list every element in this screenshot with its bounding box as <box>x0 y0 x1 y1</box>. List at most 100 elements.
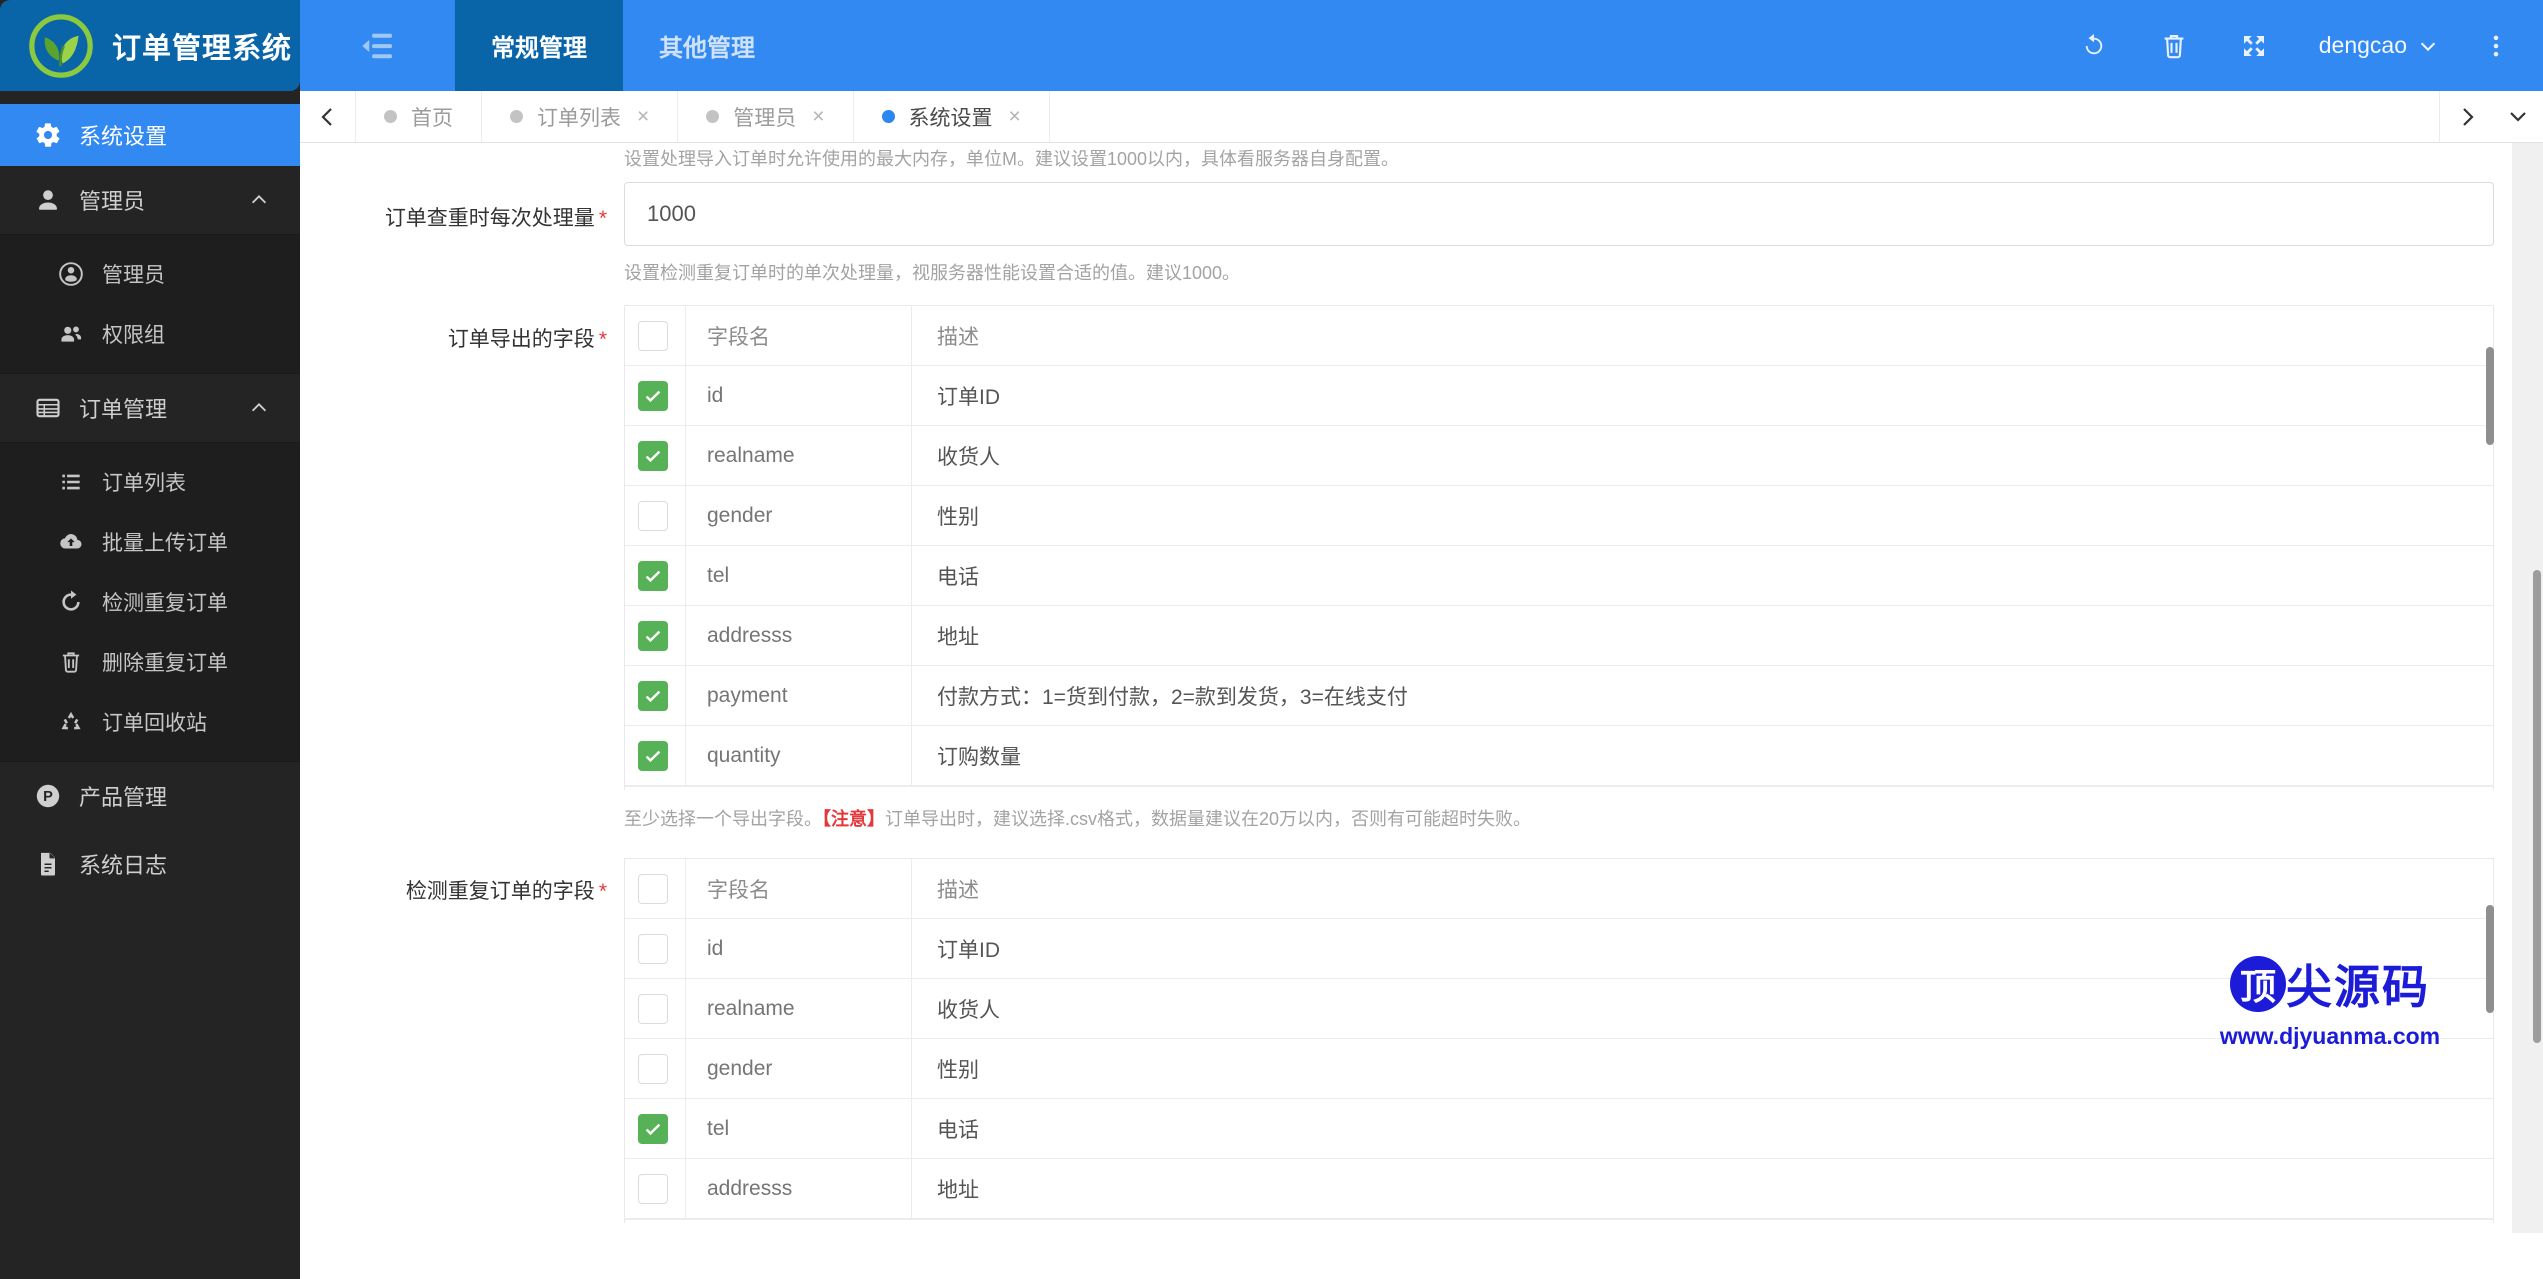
topbar-right: dengcao <box>2031 0 2543 91</box>
sidebar-item[interactable]: 系统设置 <box>0 104 300 166</box>
trash-icon[interactable] <box>2157 29 2191 63</box>
row-checkbox[interactable] <box>638 1053 668 1084</box>
tabs-scroll-left-icon[interactable] <box>300 91 356 142</box>
row-checkbox[interactable] <box>638 620 668 651</box>
row-checkbox[interactable] <box>638 933 668 964</box>
table-row: gender 性别 <box>625 486 2493 546</box>
table-row: tel 电话 <box>625 1099 2493 1159</box>
export-help-text: 至少选择一个导出字段。【注意】订单导出时，建议选择.csv格式，数据量建议在20… <box>624 809 1532 829</box>
table-row: payment 付款方式：1=货到付款，2=款到发货，3=在线支付 <box>625 666 2493 726</box>
row-checkbox[interactable] <box>638 993 668 1024</box>
app-title: 订单管理系统 <box>112 32 293 65</box>
user-icon <box>33 185 63 215</box>
list-icon <box>56 467 86 497</box>
user-menu[interactable]: dengcao <box>2319 32 2439 59</box>
row-checkbox[interactable] <box>638 1113 668 1144</box>
table-row: realname 收货人 <box>625 426 2493 486</box>
page-tab[interactable]: 管理员 × <box>678 91 854 142</box>
tab-status-dot-icon <box>510 110 523 123</box>
row-checkbox[interactable] <box>638 440 668 471</box>
user-name: dengcao <box>2318 32 2407 58</box>
table-row: tel 电话 <box>625 546 2493 606</box>
sidebar-item[interactable]: 删除重复订单 <box>0 632 300 692</box>
page-tabbar: 首页 订单列表 × 管理员 × 系统设置 × <box>300 91 2543 143</box>
dup-fields-table: 字段名 描述 id 订单ID realname 收货人 gender 性别 te… <box>624 858 2494 1223</box>
logo-block[interactable]: 订单管理系统 <box>0 0 300 91</box>
watermark-url: www.djyuanma.com <box>2219 1023 2441 1049</box>
close-icon[interactable]: × <box>637 105 649 129</box>
sidebar-submenu: 订单列表 批量上传订单 检测重复订单 删除重复订单 订单回收站 <box>0 442 300 762</box>
sidebar: 订单管理系统 系统设置 管理员 管理员 权限组 订单管理 订单列表 批量上传订单… <box>0 0 300 1279</box>
dup-table-scrollbar-thumb[interactable] <box>2486 905 2494 1013</box>
tab-status-dot-icon <box>881 110 895 123</box>
table-row: addresss 地址 <box>625 606 2493 666</box>
close-icon[interactable]: × <box>1009 105 1021 129</box>
row-checkbox[interactable] <box>638 680 668 711</box>
top-menu-tab[interactable]: 常规管理 <box>455 0 623 91</box>
redo-icon <box>56 587 86 617</box>
top-menu-tab[interactable]: 其他管理 <box>623 0 791 91</box>
sidebar-fold-icon[interactable] <box>300 0 455 91</box>
sidebar-item[interactable]: 检测重复订单 <box>0 572 300 632</box>
sidebar-item[interactable]: 订单管理 <box>0 374 300 442</box>
export-fields-label: 订单导出的字段 * <box>447 328 607 351</box>
row-checkbox[interactable] <box>638 873 668 904</box>
refresh-icon[interactable] <box>2077 29 2111 63</box>
sidebar-item[interactable]: 系统日志 <box>0 830 300 898</box>
table-row: addresss 地址 <box>625 1159 2493 1219</box>
table-row: realname 收货人 <box>625 979 2493 1039</box>
row-checkbox[interactable] <box>638 320 668 351</box>
sidebar-item[interactable]: P 产品管理 <box>0 762 300 830</box>
row-checkbox[interactable] <box>638 560 668 591</box>
sidebar-item[interactable]: 订单回收站 <box>0 692 300 752</box>
sidebar-item[interactable]: 管理员 <box>0 166 300 234</box>
close-icon[interactable]: × <box>812 105 824 129</box>
tabs-scroll-right-icon[interactable] <box>2439 91 2493 142</box>
sidebar-item[interactable]: 管理员 <box>0 244 300 304</box>
page-tab[interactable]: 系统设置 × <box>854 91 1050 142</box>
export-table-scrollbar-thumb[interactable] <box>2486 347 2494 445</box>
order-table-icon <box>33 393 63 423</box>
batch-size-help-text: 设置检测重复订单时的单次处理量，视服务器性能设置合适的值。建议1000。 <box>624 263 1241 283</box>
table-row: quantity 订购数量 <box>625 726 2493 786</box>
page-tab[interactable]: 订单列表 × <box>482 91 679 142</box>
sidebar-submenu: 管理员 权限组 <box>0 234 300 374</box>
order-management-app: 订单管理系统 系统设置 管理员 管理员 权限组 订单管理 订单列表 批量上传订单… <box>0 0 2543 1279</box>
chevron-down-icon <box>2420 42 2436 51</box>
users-icon <box>56 319 86 349</box>
row-checkbox[interactable] <box>638 500 668 531</box>
row-checkbox[interactable] <box>638 740 668 771</box>
leaf-logo-icon <box>29 13 93 78</box>
page-tab[interactable]: 首页 <box>356 91 482 142</box>
table-row: id 订单ID <box>625 366 2493 426</box>
tabs-dropdown-icon[interactable] <box>2493 91 2543 142</box>
user-circle-icon <box>56 259 86 289</box>
page-scrollbar-thumb[interactable] <box>2533 570 2541 1043</box>
table-row: id 订单ID <box>625 919 2493 979</box>
sidebar-item[interactable]: 权限组 <box>0 304 300 364</box>
memory-help-text: 设置处理导入订单时允许使用的最大内存，单位M。建议设置1000以内，具体看服务器… <box>624 149 1400 169</box>
cogs-icon <box>33 120 63 150</box>
watermark-logo-text: 尖源码 <box>2286 961 2430 1013</box>
chevron-up-icon <box>248 189 270 211</box>
trash-icon <box>56 647 86 677</box>
kebab-menu-icon[interactable] <box>2479 29 2513 63</box>
sidebar-item[interactable]: 订单列表 <box>0 452 300 512</box>
sidebar-item[interactable]: 批量上传订单 <box>0 512 300 572</box>
batch-size-label: 订单查重时每次处理量 * <box>384 207 607 230</box>
row-checkbox[interactable] <box>638 1173 668 1204</box>
batch-size-input[interactable] <box>624 182 2494 246</box>
row-checkbox[interactable] <box>638 380 668 411</box>
page-tabs: 首页 订单列表 × 管理员 × 系统设置 × <box>356 91 1050 142</box>
table-row: 字段名 描述 <box>625 306 2493 366</box>
top-header: 常规管理 其他管理 dengcao <box>300 0 2543 91</box>
svg-text:P: P <box>43 789 53 805</box>
recycle-icon <box>56 707 86 737</box>
export-fields-table: 字段名 描述 id 订单ID realname 收货人 gender 性别 te… <box>624 305 2494 790</box>
sidebar-nav: 系统设置 管理员 管理员 权限组 订单管理 订单列表 批量上传订单 检测重复订单… <box>0 91 300 898</box>
tab-status-dot-icon <box>706 110 720 123</box>
fullscreen-icon[interactable] <box>2237 29 2271 63</box>
table-row: gender 性别 <box>625 1039 2493 1099</box>
watermark: 顶 尖源码 www.djyuanma.com <box>2215 951 2445 1050</box>
settings-form: 设置处理导入订单时允许使用的最大内存，单位M。建议设置1000以内，具体看服务器… <box>300 143 2543 1279</box>
